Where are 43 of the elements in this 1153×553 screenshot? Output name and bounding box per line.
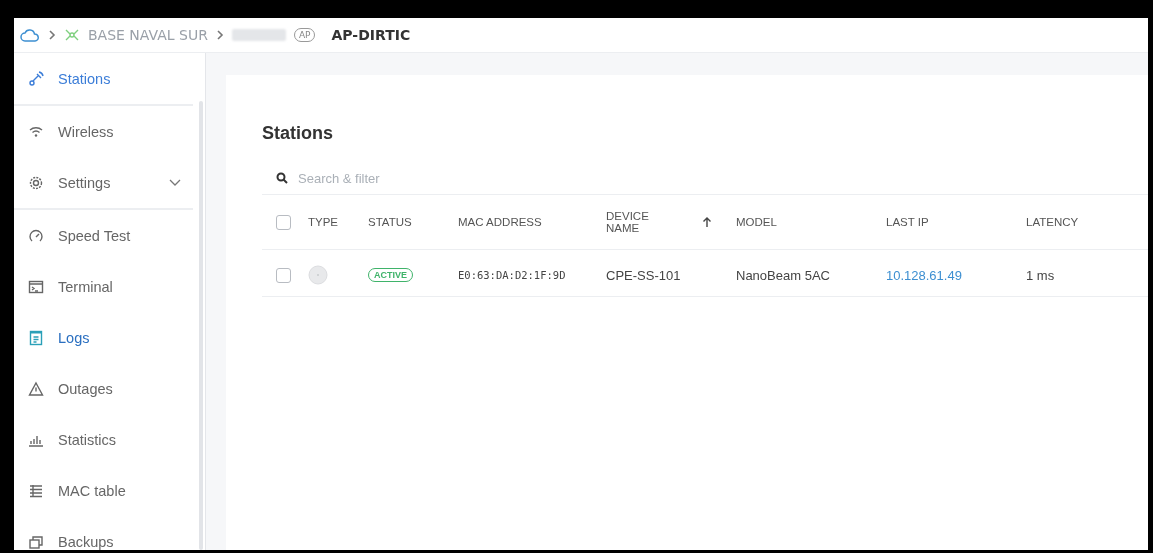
table-icon	[28, 482, 44, 499]
column-header[interactable]: STATUS	[368, 216, 412, 228]
column-header[interactable]: LATENCY	[1026, 216, 1079, 228]
device-icon	[308, 265, 328, 285]
sidebar-item[interactable]: Statistics	[14, 414, 193, 465]
column-header[interactable]: LAST IP	[886, 216, 929, 228]
table-cell: 1 ms	[1026, 267, 1055, 283]
sort-arrow-icon[interactable]	[702, 216, 712, 228]
warning-icon	[28, 380, 44, 397]
gauge-icon	[28, 227, 44, 244]
column-header[interactable]: DEVICE NAME	[606, 210, 662, 234]
sidebar-item[interactable]: Wireless	[14, 106, 193, 157]
sidebar-item[interactable]: Backups	[14, 516, 193, 550]
ip-link[interactable]: 10.128.61.49	[886, 267, 962, 283]
sidebar-item[interactable]: Logs	[14, 312, 193, 363]
search-icon	[276, 172, 288, 184]
page-title: Stations	[262, 123, 334, 144]
terminal-icon	[28, 278, 44, 295]
column-header[interactable]: TYPE	[308, 216, 339, 228]
blurred-device-link[interactable]	[231, 29, 286, 41]
table-cell: CPE-SS-101	[606, 267, 681, 283]
settings-icon	[28, 174, 44, 191]
table-cell: E0:63:DA:D2:1F:9D	[458, 269, 566, 281]
sidebar-item[interactable]: Terminal	[14, 261, 193, 312]
sidebar-item[interactable]: Speed Test	[14, 210, 193, 261]
logs-icon	[28, 329, 44, 346]
row-checkbox[interactable]	[276, 267, 291, 283]
chevron-right-icon	[215, 30, 224, 40]
network-icon	[64, 28, 80, 42]
table-cell: NanoBeam 5AC	[736, 267, 830, 283]
chevron-right-icon	[48, 30, 56, 40]
select-all-checkbox[interactable]	[276, 214, 291, 230]
sidebar-item[interactable]: MAC table	[14, 465, 193, 516]
sidebar-item[interactable]: Stations	[14, 53, 193, 106]
column-header[interactable]: MAC ADDRESS	[458, 216, 542, 228]
chevron-icon[interactable]	[169, 178, 181, 187]
stations-icon	[28, 70, 44, 87]
cloud-icon[interactable]	[20, 28, 40, 42]
sidebar-item[interactable]: Outages	[14, 363, 193, 414]
column-header[interactable]: MODEL	[736, 216, 777, 228]
sidebar-item[interactable]: Settings	[14, 157, 193, 210]
device-name: AP-DIRTIC	[331, 27, 411, 43]
backup-icon	[28, 533, 44, 550]
